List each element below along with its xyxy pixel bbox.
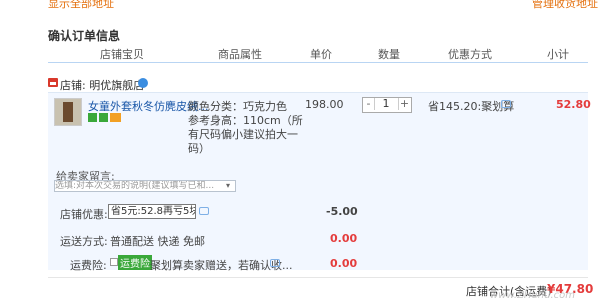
dropdown-arrow-icon: ▾ — [226, 181, 231, 190]
message-placeholder: 选填:对本次交易的说明(建议填写已和... — [55, 181, 215, 191]
shipping-method: 普通配送 快递 免邮 — [110, 235, 205, 248]
show-all-address-link[interactable]: 显示全部地址 — [48, 0, 114, 11]
col-header-attributes: 商品属性 — [218, 48, 262, 61]
insurance-badge: 运费险 — [118, 255, 152, 270]
shipping-label: 运送方式: — [60, 235, 108, 248]
insurance-amount: 0.00 — [330, 257, 358, 270]
col-header-price: 单价 — [310, 48, 332, 61]
attr-height-line3: 码） — [188, 142, 210, 155]
col-header-product: 店铺宝贝 — [100, 48, 144, 61]
shop-discount-label: 店铺优惠: — [60, 208, 108, 221]
shop-discount-amount: -5.00 — [326, 205, 358, 218]
message-input[interactable]: 选填:对本次交易的说明(建议填写已和... — [54, 180, 236, 192]
item-subtotal: 52.80 — [556, 98, 591, 111]
col-header-quantity: 数量 — [378, 48, 400, 61]
qty-input[interactable]: 1 — [375, 98, 397, 110]
total-divider — [48, 277, 588, 278]
watermark: www.ZHuhu.com — [490, 290, 575, 301]
manage-address-link[interactable]: 管理收货地址 — [532, 0, 598, 11]
service-badge-7day — [88, 113, 97, 122]
col-header-discount: 优惠方式 — [448, 48, 492, 61]
info-icon[interactable] — [270, 259, 280, 267]
insurance-checkbox[interactable] — [110, 258, 118, 266]
shop-name[interactable]: 店铺: 明优旗舰店 — [60, 77, 144, 93]
product-thumbnail[interactable] — [54, 98, 82, 126]
shop-discount-select[interactable]: 省5元:52.8再亏5块 — [108, 204, 196, 219]
info-icon[interactable] — [501, 100, 511, 108]
qty-minus-button[interactable]: - — [363, 98, 375, 110]
col-header-subtotal: 小计 — [547, 48, 569, 61]
service-badge-guarantee — [99, 113, 108, 122]
shop-icon — [48, 78, 58, 87]
service-badge-card — [110, 113, 121, 122]
insurance-label: 运费险: — [70, 259, 107, 272]
info-icon[interactable] — [199, 207, 209, 215]
shop-discount-selected: 省5元:52.8再亏5块 — [111, 206, 196, 217]
wangwang-chat-icon[interactable] — [138, 78, 148, 88]
qty-plus-button[interactable]: + — [398, 98, 410, 110]
item-price: 198.00 — [305, 98, 344, 111]
shipping-amount: 0.00 — [330, 232, 358, 245]
